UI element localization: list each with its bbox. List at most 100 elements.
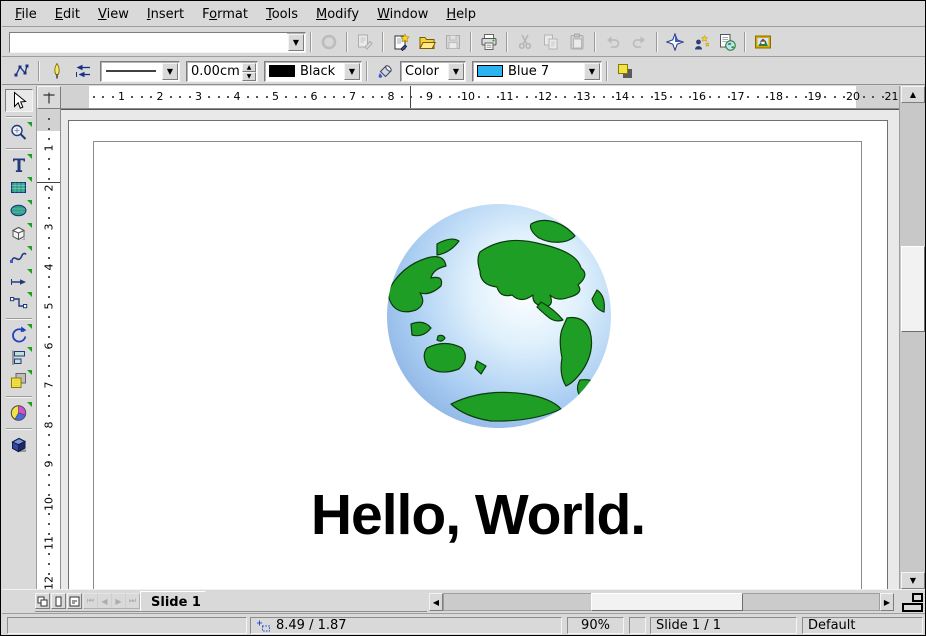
tool-alignment[interactable]	[5, 346, 33, 369]
ruler-tick	[48, 395, 50, 397]
separator	[6, 112, 32, 121]
fill-paint-can-icon[interactable]	[373, 59, 397, 83]
url-input[interactable]	[10, 33, 287, 52]
separator	[346, 32, 348, 52]
arrow-style-icon[interactable]	[71, 59, 95, 83]
tool-rotate[interactable]	[5, 323, 33, 346]
submenu-flag-icon	[27, 402, 32, 407]
ruler-tick	[535, 96, 537, 98]
drawing-canvas[interactable]: Hello, World.	[61, 109, 899, 589]
hruler-number: 8	[388, 90, 395, 103]
slide-title-text[interactable]: Hello, World.	[311, 482, 645, 548]
ruler-tick	[141, 96, 143, 98]
wizard-icon[interactable]	[689, 30, 713, 54]
layer-view-button[interactable]	[67, 593, 82, 609]
slide-number-panel[interactable]: Slide 1 / 1	[650, 617, 797, 634]
ruler-tick	[48, 533, 50, 535]
open-folder-icon[interactable]	[415, 30, 439, 54]
redo-icon	[627, 30, 651, 54]
line-color-dropdown-arrow-icon[interactable]: ▼	[344, 63, 360, 80]
navigator-icon[interactable]	[663, 30, 687, 54]
previous-slide-tab-button[interactable]: ◀	[97, 593, 112, 609]
horizontal-ruler[interactable]: 123456789101112131415161718192021	[61, 86, 899, 109]
tool-ellipse[interactable]	[5, 199, 33, 222]
ruler-tick	[48, 178, 50, 180]
menu-help[interactable]: Help	[437, 4, 485, 25]
horizontal-scrollbar-thumb[interactable]	[591, 593, 743, 611]
first-slide-tab-button[interactable]: ⏮	[83, 593, 98, 609]
menu-insert[interactable]: Insert	[138, 4, 193, 25]
tool-3d-controller[interactable]	[5, 433, 33, 456]
menu-format[interactable]: Format	[193, 4, 257, 25]
page-style-panel[interactable]: Default	[802, 617, 923, 634]
ruler-tick	[651, 96, 653, 98]
url-combobox-dropdown-arrow-icon[interactable]: ▼	[288, 34, 304, 51]
tool-curve[interactable]	[5, 245, 33, 268]
tool-zoom[interactable]	[5, 121, 33, 144]
tool-text[interactable]	[5, 153, 33, 176]
separator	[6, 424, 32, 433]
vertical-scrollbar-thumb[interactable]	[901, 246, 925, 332]
tool-3d-objects[interactable]	[5, 222, 33, 245]
vruler-number: 7	[42, 382, 55, 389]
tool-rectangle[interactable]	[5, 176, 33, 199]
submenu-flag-icon	[27, 269, 32, 274]
submenu-flag-icon	[27, 246, 32, 251]
ruler-tick	[805, 96, 807, 98]
menu-edit[interactable]: Edit	[46, 4, 89, 25]
tool-select[interactable]	[5, 89, 33, 112]
line-color-select[interactable]: Black ▼	[264, 61, 362, 82]
fill-color-select[interactable]: Blue 7 ▼	[472, 61, 602, 82]
fill-type-select[interactable]: Color ▼	[400, 61, 466, 82]
line-style-dropdown-arrow-icon[interactable]: ▼	[162, 63, 178, 80]
slide-view-button[interactable]	[35, 593, 50, 609]
line-style-select[interactable]: ▼	[100, 61, 180, 82]
ruler-tick	[48, 128, 50, 130]
tool-connector[interactable]	[5, 291, 33, 314]
ruler-tick	[48, 326, 50, 328]
print-icon[interactable]	[477, 30, 501, 54]
document-globe-icon[interactable]	[715, 30, 739, 54]
ruler-tick	[218, 96, 220, 98]
zoom-level-panel[interactable]: 90%	[567, 617, 624, 634]
ruler-tick	[555, 96, 557, 98]
line-width-value[interactable]: 0.00cm	[187, 62, 241, 81]
menu-view[interactable]: View	[89, 4, 138, 25]
ruler-tick	[227, 96, 229, 98]
shadow-icon[interactable]	[613, 59, 637, 83]
tool-lines-arrows[interactable]	[5, 268, 33, 291]
menu-window[interactable]: Window	[368, 4, 437, 25]
last-slide-tab-button[interactable]: ⏭	[125, 593, 140, 609]
scroll-up-arrow-icon[interactable]: ▲	[901, 86, 925, 103]
menu-tools[interactable]: Tools	[257, 4, 307, 25]
globe-image[interactable]	[383, 198, 615, 436]
hruler-number: 19	[808, 90, 822, 103]
cursor-position-panel[interactable]: 8.49 / 1.87	[250, 617, 562, 634]
vertical-ruler[interactable]: 123456789101112	[37, 109, 61, 589]
next-slide-tab-button[interactable]: ▶	[111, 593, 126, 609]
line-width-decrease-icon[interactable]: ▼	[242, 72, 256, 81]
vertical-scrollbar[interactable]: ▲ ▼	[899, 86, 925, 589]
scroll-left-arrow-icon[interactable]: ◀	[429, 593, 443, 611]
line-color-swatch	[269, 65, 295, 77]
menu-modify[interactable]: Modify	[307, 4, 368, 25]
tab-slide-1[interactable]: Slide 1	[140, 591, 219, 612]
line-width-increase-icon[interactable]: ▲	[242, 63, 256, 72]
scroll-right-arrow-icon[interactable]: ▶	[880, 593, 894, 611]
hruler-number: 20	[846, 90, 860, 103]
fill-color-dropdown-arrow-icon[interactable]: ▼	[584, 63, 600, 80]
line-width-spinner[interactable]: 0.00cm ▲ ▼	[186, 61, 258, 82]
scroll-down-arrow-icon[interactable]: ▼	[901, 572, 925, 589]
gallery-icon[interactable]	[751, 30, 775, 54]
ruler-origin-button[interactable]	[37, 86, 61, 109]
tab-scroll-row: ⏮ ◀ ▶ ⏭ Slide 1 ◀ ▶	[2, 589, 926, 613]
new-document-icon[interactable]	[389, 30, 413, 54]
edit-points-icon[interactable]	[9, 59, 33, 83]
tool-arrange[interactable]	[5, 369, 33, 392]
menu-file[interactable]: File	[6, 4, 46, 25]
master-view-button[interactable]	[51, 593, 66, 609]
url-combobox[interactable]: ▼	[9, 32, 306, 53]
tool-effects[interactable]	[5, 401, 33, 424]
line-dialog-pen-icon[interactable]	[45, 59, 69, 83]
fill-type-dropdown-arrow-icon[interactable]: ▼	[448, 63, 464, 80]
